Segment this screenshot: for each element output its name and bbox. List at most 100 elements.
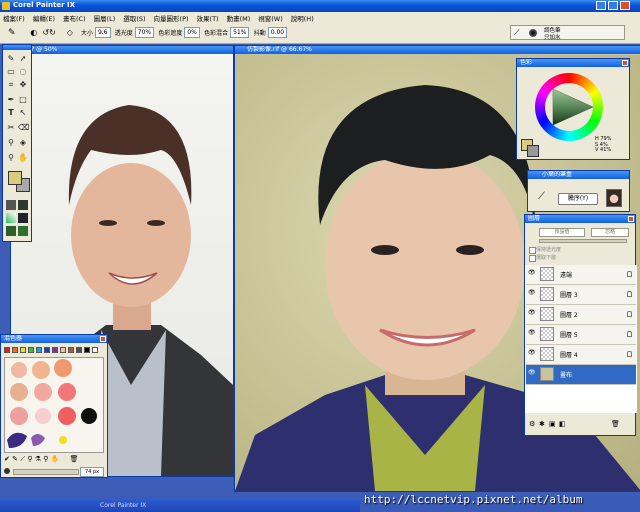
layer-row[interactable]: 👁 圖層 5 <box>526 325 636 345</box>
mixer-swatch[interactable] <box>52 347 58 353</box>
zoom-icon[interactable]: ⚲ <box>43 455 48 463</box>
opacity-field[interactable]: 70% <box>134 27 155 38</box>
new-layer-icon[interactable]: ▣ <box>549 420 556 428</box>
gradient-selector[interactable] <box>6 213 16 223</box>
resat-field[interactable]: 0% <box>184 27 200 38</box>
menu-item[interactable]: 向量圖形(P) <box>154 15 189 23</box>
mixer-swatch[interactable] <box>20 347 26 353</box>
clear-icon[interactable]: 🗑 <box>70 455 79 463</box>
brush-box-brush-icon[interactable]: ⟋ <box>538 191 545 202</box>
mixer-swatch[interactable] <box>60 347 66 353</box>
paint-bucket-icon[interactable]: ◈ <box>18 138 28 148</box>
brush-selector[interactable]: ⟋ 調色筆 只加水 <box>510 25 625 41</box>
layer-row[interactable]: 👁 圖層 4 <box>526 345 636 365</box>
menu-item[interactable]: 編輯(E) <box>33 15 55 23</box>
layer-lock-icon[interactable] <box>627 331 632 337</box>
mixer-swatch[interactable] <box>76 347 82 353</box>
mixer-swatch[interactable] <box>12 347 18 353</box>
magnifier-icon[interactable]: ⚲ <box>6 153 16 163</box>
look-selector[interactable] <box>18 226 28 236</box>
layer-row[interactable]: 👁 遠端 <box>526 265 636 285</box>
layer-visibility-eye-icon[interactable]: 👁 <box>528 370 536 376</box>
layer-visibility-eye-icon[interactable]: 👁 <box>528 330 536 336</box>
mixer-swatch[interactable] <box>28 347 34 353</box>
layer-row[interactable]: 👁 圖層 3 <box>526 285 636 305</box>
eraser-icon[interactable]: ⌫ <box>18 123 29 133</box>
layer-lock-icon[interactable] <box>627 271 632 277</box>
layer-lock-icon[interactable] <box>627 351 632 357</box>
crop-icon[interactable]: ⌗ <box>6 80 16 90</box>
menu-item[interactable]: 視窗(W) <box>258 15 283 23</box>
mixer-swatch[interactable] <box>92 347 98 353</box>
apply-color-icon[interactable]: ✎ <box>12 455 18 463</box>
mixer-swatch[interactable] <box>68 347 74 353</box>
toolbox-grip[interactable] <box>3 45 31 50</box>
taskbar-app-item[interactable]: Corel Painter IX <box>100 502 146 509</box>
pattern-selector[interactable] <box>18 200 28 210</box>
jitter-field[interactable]: 0.00 <box>267 27 288 38</box>
pan-icon[interactable]: ✋ <box>51 455 60 463</box>
menu-item[interactable]: 圖層(L) <box>94 15 116 23</box>
scissors-icon[interactable]: ✂ <box>6 123 16 133</box>
layers-panel-close-icon[interactable] <box>628 216 634 222</box>
composite-method-select[interactable]: 預設值 <box>539 228 585 237</box>
delete-layer-icon[interactable]: 🗑 <box>611 420 620 428</box>
layer-commands-icon[interactable]: ⚙ <box>529 420 535 428</box>
mix-color-icon[interactable]: ⟋ <box>20 455 25 463</box>
menu-item[interactable]: 說明(H) <box>291 15 314 23</box>
opacity-slider[interactable] <box>539 239 627 243</box>
layer-visibility-eye-icon[interactable]: 👁 <box>528 290 536 296</box>
text-icon[interactable]: T <box>6 108 16 118</box>
bleed-field[interactable]: 51% <box>230 27 250 38</box>
mixer-swatch[interactable] <box>44 347 50 353</box>
layer-row[interactable]: 👁 圖層 2 <box>526 305 636 325</box>
grabber-icon[interactable]: ✋ <box>18 153 28 163</box>
color-panel-close-icon[interactable] <box>622 60 628 66</box>
pen-icon[interactable]: ✒ <box>6 95 16 105</box>
eyedropper-icon[interactable]: ⚲ <box>6 138 16 148</box>
size-field[interactable]: 9.6 <box>94 27 111 38</box>
layer-visibility-eye-icon[interactable]: 👁 <box>528 270 536 276</box>
weave-selector[interactable] <box>18 213 28 223</box>
menu-item[interactable]: 動畫(M) <box>227 15 251 23</box>
dropper-arrow-icon[interactable]: ➚ <box>18 54 28 64</box>
lasso-icon[interactable]: ◌ <box>18 67 28 77</box>
stroke-type-icon[interactable]: ↺↻ <box>42 28 64 37</box>
paper-selector[interactable] <box>6 200 16 210</box>
mixer-pad[interactable] <box>4 357 104 453</box>
sample-color-icon[interactable]: ⚲ <box>27 455 32 463</box>
layer-mask-icon[interactable]: ◧ <box>559 420 566 428</box>
dirty-brush-icon[interactable]: ✔ <box>4 455 10 463</box>
mixer-swatch[interactable] <box>4 347 10 353</box>
grain-icon[interactable]: ◇ <box>67 28 77 37</box>
layer-adjuster-icon[interactable]: ✥ <box>18 80 28 90</box>
preserve-transparency-checkbox[interactable] <box>529 247 536 254</box>
composite-depth-select[interactable]: 忽略 <box>591 228 629 237</box>
close-button[interactable] <box>620 1 630 10</box>
layer-lock-icon[interactable] <box>627 311 632 317</box>
menu-item[interactable]: 畫布(C) <box>63 15 86 23</box>
menu-item[interactable]: 選取(S) <box>123 15 145 23</box>
sample-multiple-icon[interactable]: ⚗ <box>35 455 41 463</box>
nozzle-selector[interactable] <box>6 226 16 236</box>
pick-up-checkbox[interactable] <box>529 255 536 262</box>
saturation-triangle[interactable] <box>549 87 595 127</box>
mixer-panel-close-icon[interactable] <box>100 336 106 342</box>
shape-icon[interactable]: □ <box>18 95 28 105</box>
primary-color-swatch[interactable] <box>8 171 22 185</box>
rect-select-icon[interactable]: ▭ <box>6 67 16 77</box>
brush-tool-icon[interactable]: ✎ <box>8 28 18 38</box>
maximize-button[interactable] <box>608 1 618 10</box>
brush-icon[interactable]: ✎ <box>6 54 16 64</box>
brush-box-button[interactable]: 騰序(Y) <box>558 193 598 205</box>
layer-lock-icon[interactable] <box>627 291 632 297</box>
shape-select-icon[interactable]: ↖ <box>18 108 28 118</box>
mixer-size-field[interactable]: 74 px <box>80 467 104 477</box>
menu-item[interactable]: 效果(T) <box>197 15 219 23</box>
layer-visibility-eye-icon[interactable]: 👁 <box>528 310 536 316</box>
mixer-swatch[interactable] <box>84 347 90 353</box>
menu-item[interactable]: 檔案(F) <box>3 15 25 23</box>
color-panel-secondary-swatch[interactable] <box>527 145 539 157</box>
dynamic-plugins-icon[interactable]: ✱ <box>539 420 545 428</box>
layer-row[interactable]: 👁 畫布 <box>526 365 636 385</box>
